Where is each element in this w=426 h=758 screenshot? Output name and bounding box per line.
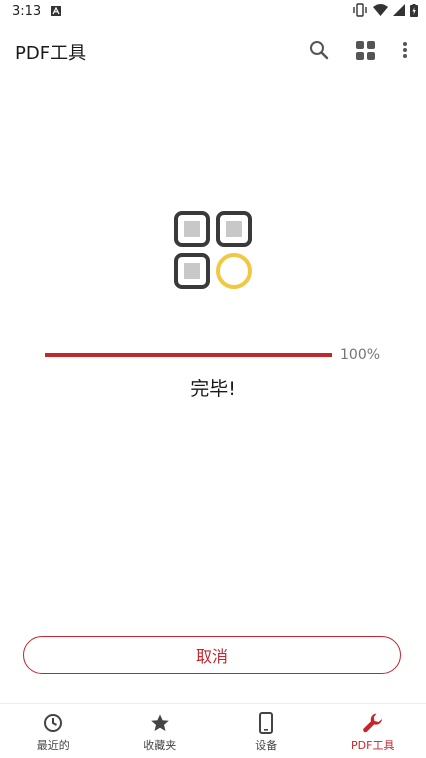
- more-options-button[interactable]: [391, 36, 419, 64]
- notification-icon: [51, 5, 61, 20]
- clock-icon: [43, 712, 63, 734]
- wrench-icon: [362, 712, 384, 734]
- more-vert-icon: [402, 41, 408, 59]
- page-title: PDF工具: [15, 39, 86, 65]
- nav-label-favorites: 收藏夹: [143, 737, 176, 753]
- search-icon: [309, 40, 329, 60]
- nav-label-device: 设备: [255, 737, 277, 753]
- search-button[interactable]: [305, 36, 333, 64]
- wifi-icon: [373, 4, 388, 20]
- nav-item-favorites[interactable]: 收藏夹: [107, 704, 214, 758]
- status-bar: 3:13: [0, 0, 426, 24]
- app-bar: PDF工具: [0, 24, 426, 76]
- progress-percent: 100%: [340, 347, 380, 363]
- status-text: 完毕!: [0, 374, 426, 401]
- nav-label-pdf-tools: PDF工具: [351, 737, 394, 753]
- phone-icon: [259, 712, 273, 734]
- app-logo: [173, 210, 255, 292]
- cancel-button[interactable]: 取消: [23, 636, 401, 674]
- nav-label-recent: 最近的: [37, 737, 70, 753]
- progress-fill: [45, 353, 332, 357]
- star-icon: [150, 712, 170, 734]
- nav-item-device[interactable]: 设备: [213, 704, 320, 758]
- nav-item-recent[interactable]: 最近的: [0, 704, 107, 758]
- nav-item-pdf-tools[interactable]: PDF工具: [320, 704, 426, 758]
- bottom-navigation: 最近的 收藏夹 设备 PDF工具: [0, 703, 426, 758]
- signal-icon: [393, 4, 405, 20]
- grid-view-button[interactable]: [351, 36, 379, 64]
- vibrate-icon: [352, 3, 368, 21]
- grid-icon: [356, 41, 375, 60]
- status-time: 3:13: [12, 4, 41, 19]
- progress-bar: [45, 353, 332, 357]
- battery-icon: [410, 4, 418, 21]
